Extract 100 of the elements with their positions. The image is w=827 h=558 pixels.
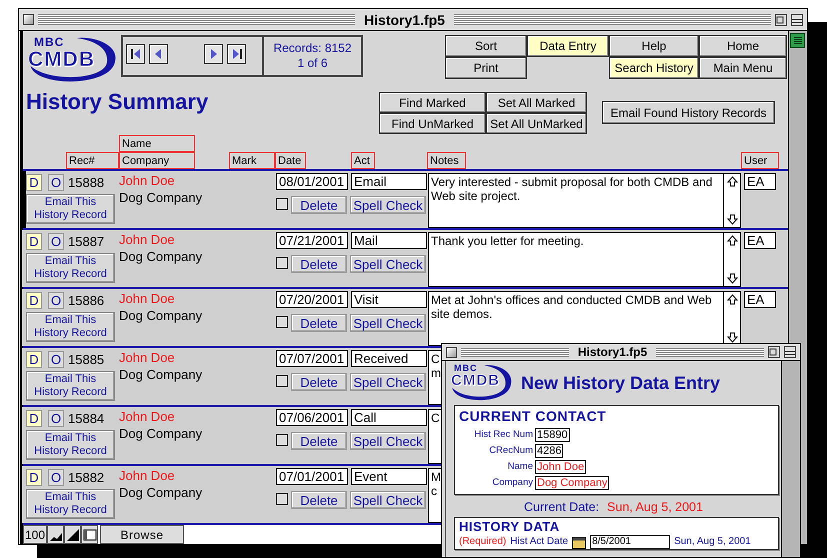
delete-button[interactable]: Delete	[291, 491, 347, 509]
input-field[interactable]: 8/5/2001	[590, 535, 670, 549]
activity-field[interactable]: Call	[351, 409, 427, 426]
scroll-down-button[interactable]	[724, 212, 740, 227]
detail-button[interactable]: D	[26, 174, 42, 191]
mark-checkbox[interactable]	[276, 316, 288, 328]
mark-checkbox[interactable]	[276, 434, 288, 446]
scroll-up-button[interactable]	[724, 233, 740, 248]
spell-check-button[interactable]: Spell Check	[350, 432, 426, 450]
user-field[interactable]: EA	[744, 291, 776, 308]
last-record-button[interactable]	[227, 44, 246, 64]
menu-button[interactable]: Sort	[445, 35, 527, 57]
email-record-button[interactable]: Email This History Record	[26, 253, 115, 283]
detail-button[interactable]: D	[26, 233, 42, 250]
spell-check-button[interactable]: Spell Check	[350, 255, 426, 273]
input-field[interactable]: Dog Company	[535, 476, 610, 490]
mark-checkbox[interactable]	[276, 375, 288, 387]
email-record-button[interactable]: Email This History Record	[26, 371, 115, 401]
detail-button[interactable]: D	[26, 292, 42, 309]
mark-button[interactable]: Set All Marked	[486, 92, 587, 113]
date-field[interactable]: 08/01/2001	[276, 173, 348, 190]
column-header: Company	[119, 152, 195, 169]
menu-button[interactable]: Main Menu	[699, 57, 787, 79]
up-arrow-icon	[726, 294, 738, 305]
activity-field[interactable]: Event	[351, 468, 427, 485]
notes-field[interactable]: Very interested - submit proposal for both CMDB and Web site project.	[428, 173, 724, 228]
delete-button[interactable]: Delete	[291, 432, 347, 450]
mark-button[interactable]: Find Marked	[379, 92, 486, 113]
activity-field[interactable]: Mail	[351, 232, 427, 249]
mark-checkbox[interactable]	[276, 257, 288, 269]
menu-button[interactable]: Help	[609, 35, 699, 57]
spell-check-button[interactable]: Spell Check	[350, 196, 426, 214]
collapse-box[interactable]	[784, 346, 796, 358]
activity-field[interactable]: Visit	[351, 291, 427, 308]
collapse-box[interactable]	[791, 14, 804, 26]
input-field[interactable]: 15890	[535, 428, 570, 442]
user-field[interactable]: EA	[744, 232, 776, 249]
email-record-button[interactable]: Email This History Record	[26, 430, 115, 460]
menu-button[interactable]: Search History	[609, 57, 699, 79]
scrollbar[interactable]	[781, 361, 800, 557]
mark-button[interactable]: Find UnMarked	[379, 113, 486, 134]
scroll-up-button[interactable]	[724, 174, 740, 189]
menu-button[interactable]: Print	[445, 57, 527, 79]
open-button[interactable]: O	[48, 292, 64, 309]
layout-toggle-button[interactable]	[81, 525, 98, 544]
required-note: (Required)	[459, 536, 506, 548]
date-field[interactable]: 07/07/2001	[276, 350, 348, 367]
zoom-box[interactable]	[768, 346, 780, 358]
email-record-button[interactable]: Email This History Record	[26, 194, 115, 224]
date-field[interactable]: 07/06/2001	[276, 409, 348, 426]
date-field[interactable]: 07/21/2001	[276, 232, 348, 249]
open-button[interactable]: O	[48, 351, 64, 368]
open-button[interactable]: O	[48, 174, 64, 191]
mark-checkbox[interactable]	[276, 198, 288, 210]
delete-button[interactable]: Delete	[291, 255, 347, 273]
detail-button[interactable]: D	[26, 351, 42, 368]
scroll-up-button[interactable]	[724, 292, 740, 307]
detail-button[interactable]: D	[26, 469, 42, 486]
zoom-out-button[interactable]	[47, 525, 64, 544]
email-found-button[interactable]: Email Found History Records	[602, 101, 775, 124]
zoom-in-button[interactable]	[64, 525, 81, 544]
spell-check-button[interactable]: Spell Check	[350, 314, 426, 332]
zoom-box[interactable]	[775, 14, 788, 26]
mark-checkbox[interactable]	[276, 493, 288, 505]
menu-button[interactable]: Data Entry	[527, 35, 609, 57]
first-record-button[interactable]	[126, 44, 145, 64]
mark-button[interactable]: Set All UnMarked	[486, 113, 587, 134]
contact-name: John Doe	[119, 408, 176, 425]
spell-check-button[interactable]: Spell Check	[350, 373, 426, 391]
input-field[interactable]: John Doe	[535, 460, 586, 474]
notes-field[interactable]: Thank you letter for meeting.	[428, 232, 724, 287]
close-box[interactable]	[23, 14, 34, 25]
open-button[interactable]: O	[48, 469, 64, 486]
spell-check-button[interactable]: Spell Check	[350, 491, 426, 509]
column-header: Notes	[427, 152, 466, 169]
menu-button[interactable]: Home	[699, 35, 787, 57]
input-field[interactable]: 4286	[535, 444, 564, 458]
next-record-button[interactable]	[204, 44, 223, 64]
delete-button[interactable]: Delete	[291, 196, 347, 214]
detail-button[interactable]: D	[26, 410, 42, 427]
email-record-button[interactable]: Email This History Record	[26, 489, 115, 519]
calendar-icon[interactable]	[572, 536, 586, 548]
email-record-button[interactable]: Email This History Record	[26, 312, 115, 342]
date-field[interactable]: 07/01/2001	[276, 468, 348, 485]
scroll-down-button[interactable]	[724, 271, 740, 286]
previous-record-button[interactable]	[149, 44, 168, 64]
user-field[interactable]: EA	[744, 173, 776, 190]
delete-button[interactable]: Delete	[291, 373, 347, 391]
delete-button[interactable]: Delete	[291, 314, 347, 332]
notes-field[interactable]: Met at John's offices and conducted CMDB and Web site demos.	[428, 291, 724, 346]
skip-last-icon	[230, 48, 242, 60]
date-field[interactable]: 07/20/2001	[276, 291, 348, 308]
close-box[interactable]	[446, 346, 457, 358]
open-button[interactable]: O	[48, 410, 64, 427]
scroll-thumb[interactable]	[790, 33, 805, 48]
activity-field[interactable]: Email	[351, 173, 427, 190]
up-arrow-icon	[726, 176, 738, 187]
zoom-level[interactable]: 100	[23, 525, 47, 544]
open-button[interactable]: O	[48, 233, 64, 250]
activity-field[interactable]: Received	[351, 350, 427, 367]
